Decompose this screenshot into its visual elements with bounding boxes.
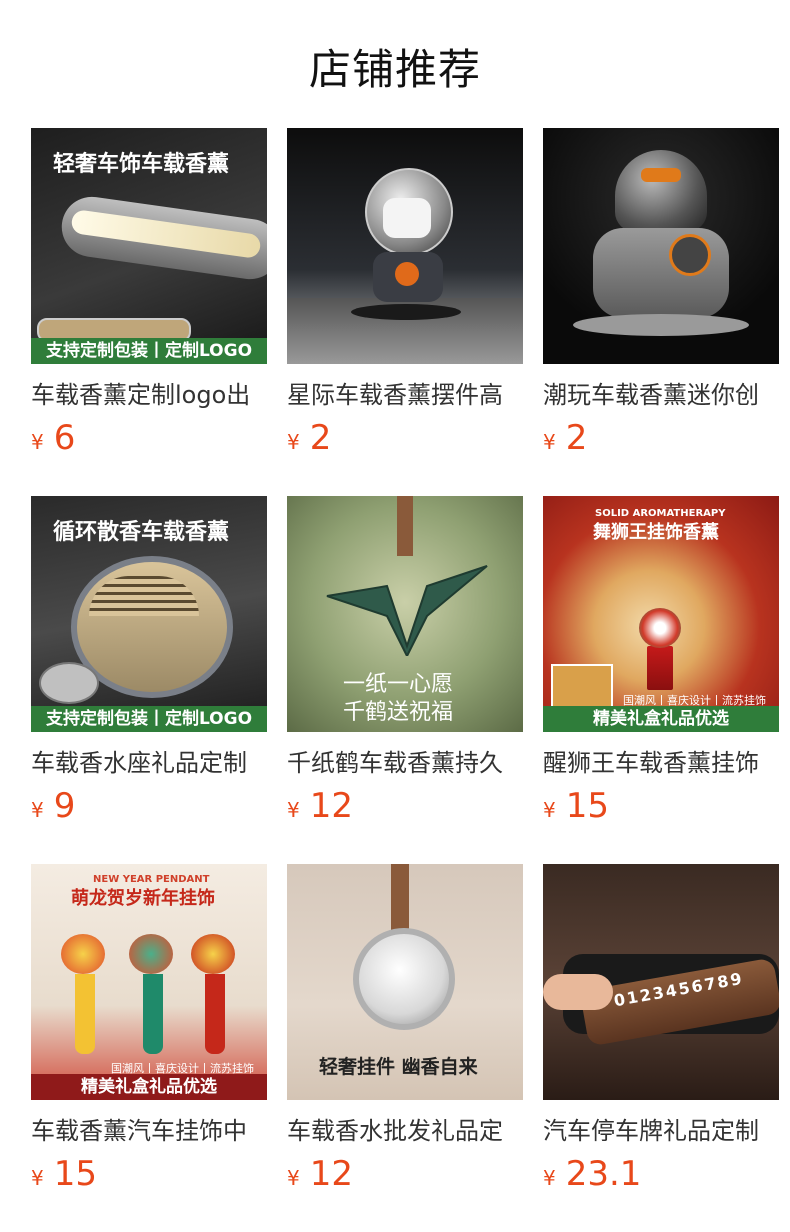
product-card[interactable]: 0123456789 汽车停车牌礼品定制 ¥23.1 bbox=[543, 864, 779, 1196]
paper-crane-icon bbox=[326, 565, 488, 656]
product-image[interactable] bbox=[543, 128, 779, 364]
price-value: 2 bbox=[309, 418, 332, 458]
product-image[interactable]: 轻奢挂件 幽香自来 bbox=[287, 864, 523, 1100]
currency-symbol: ¥ bbox=[31, 1166, 44, 1190]
product-card[interactable]: 潮玩车载香薰迷你创 ¥2 bbox=[543, 128, 779, 460]
product-name[interactable]: 千纸鹤车载香薰持久 bbox=[287, 746, 523, 780]
price-value: 15 bbox=[565, 786, 609, 826]
image-strip: 支持定制包装丨定制LOGO bbox=[31, 706, 267, 732]
product-card[interactable]: 循环散香车载香薰 支持定制包装丨定制LOGO 车载香水座礼品定制 ¥9 bbox=[31, 496, 267, 828]
product-price: ¥15 bbox=[31, 1152, 267, 1196]
product-card[interactable]: NEW YEAR PENDANT 萌龙贺岁新年挂饰 国潮风丨喜庆设计丨流苏挂饰 … bbox=[31, 864, 267, 1196]
currency-symbol: ¥ bbox=[287, 798, 300, 822]
product-image[interactable]: 轻奢车饰车载香薰 支持定制包装丨定制LOGO bbox=[31, 128, 267, 364]
product-price: ¥12 bbox=[287, 1152, 523, 1196]
currency-symbol: ¥ bbox=[287, 430, 300, 454]
product-name[interactable]: 汽车停车牌礼品定制 bbox=[543, 1114, 779, 1148]
currency-symbol: ¥ bbox=[543, 430, 556, 454]
product-card[interactable]: 轻奢车饰车载香薰 支持定制包装丨定制LOGO 车载香薰定制logo出 ¥6 bbox=[31, 128, 267, 460]
image-headline: 舞狮王挂饰香薰 bbox=[593, 522, 719, 543]
product-name[interactable]: 车载香薰汽车挂饰中 bbox=[31, 1114, 267, 1148]
currency-symbol: ¥ bbox=[543, 798, 556, 822]
product-name[interactable]: 车载香水批发礼品定 bbox=[287, 1114, 523, 1148]
currency-symbol: ¥ bbox=[31, 430, 44, 454]
price-value: 9 bbox=[53, 786, 76, 826]
price-value: 12 bbox=[309, 786, 353, 826]
image-headline: 轻奢车饰车载香薰 bbox=[53, 152, 230, 177]
product-price: ¥2 bbox=[543, 416, 779, 460]
product-card[interactable]: 星际车载香薰摆件高 ¥2 bbox=[287, 128, 523, 460]
price-value: 6 bbox=[53, 418, 76, 458]
product-name[interactable]: 车载香薰定制logo出 bbox=[31, 378, 267, 412]
product-price: ¥12 bbox=[287, 784, 523, 828]
price-value: 15 bbox=[53, 1154, 97, 1194]
product-price: ¥2 bbox=[287, 416, 523, 460]
product-image[interactable]: 循环散香车载香薰 支持定制包装丨定制LOGO bbox=[31, 496, 267, 732]
currency-symbol: ¥ bbox=[287, 1166, 300, 1190]
product-price: ¥6 bbox=[31, 416, 267, 460]
product-image[interactable]: SOLID AROMATHERAPY 舞狮王挂饰香薰 国潮风丨喜庆设计丨流苏挂饰… bbox=[543, 496, 779, 732]
price-value: 12 bbox=[309, 1154, 353, 1194]
image-strip: 精美礼盒礼品优选 bbox=[543, 706, 779, 732]
product-price: ¥23.1 bbox=[543, 1152, 779, 1196]
image-subline: 千鹤送祝福 bbox=[343, 700, 454, 725]
image-headline: 轻奢挂件 幽香自来 bbox=[319, 1056, 478, 1078]
image-headline: 萌龙贺岁新年挂饰 bbox=[71, 888, 215, 909]
product-card[interactable]: 一纸一心愿 千鹤送祝福 千纸鹤车载香薰持久 ¥12 bbox=[287, 496, 523, 828]
product-image[interactable]: 0123456789 bbox=[543, 864, 779, 1100]
currency-symbol: ¥ bbox=[31, 798, 44, 822]
product-name[interactable]: 星际车载香薰摆件高 bbox=[287, 378, 523, 412]
section-title: 店铺推荐 bbox=[308, 45, 481, 94]
price-value: 23.1 bbox=[565, 1154, 642, 1194]
product-card[interactable]: 轻奢挂件 幽香自来 车载香水批发礼品定 ¥12 bbox=[287, 864, 523, 1196]
product-name[interactable]: 车载香水座礼品定制 bbox=[31, 746, 267, 780]
product-image[interactable] bbox=[287, 128, 523, 364]
price-value: 2 bbox=[565, 418, 588, 458]
product-image[interactable]: NEW YEAR PENDANT 萌龙贺岁新年挂饰 国潮风丨喜庆设计丨流苏挂饰 … bbox=[31, 864, 267, 1100]
product-name[interactable]: 醒狮王车载香薰挂饰 bbox=[543, 746, 779, 780]
product-image[interactable]: 一纸一心愿 千鹤送祝福 bbox=[287, 496, 523, 732]
image-strip: 精美礼盒礼品优选 bbox=[31, 1074, 267, 1100]
product-price: ¥9 bbox=[31, 784, 267, 828]
product-name[interactable]: 潮玩车载香薰迷你创 bbox=[543, 378, 779, 412]
image-strip: 支持定制包装丨定制LOGO bbox=[31, 338, 267, 364]
product-card[interactable]: SOLID AROMATHERAPY 舞狮王挂饰香薰 国潮风丨喜庆设计丨流苏挂饰… bbox=[543, 496, 779, 828]
product-price: ¥15 bbox=[543, 784, 779, 828]
image-headline: 循环散香车载香薰 bbox=[53, 520, 230, 545]
currency-symbol: ¥ bbox=[543, 1166, 556, 1190]
